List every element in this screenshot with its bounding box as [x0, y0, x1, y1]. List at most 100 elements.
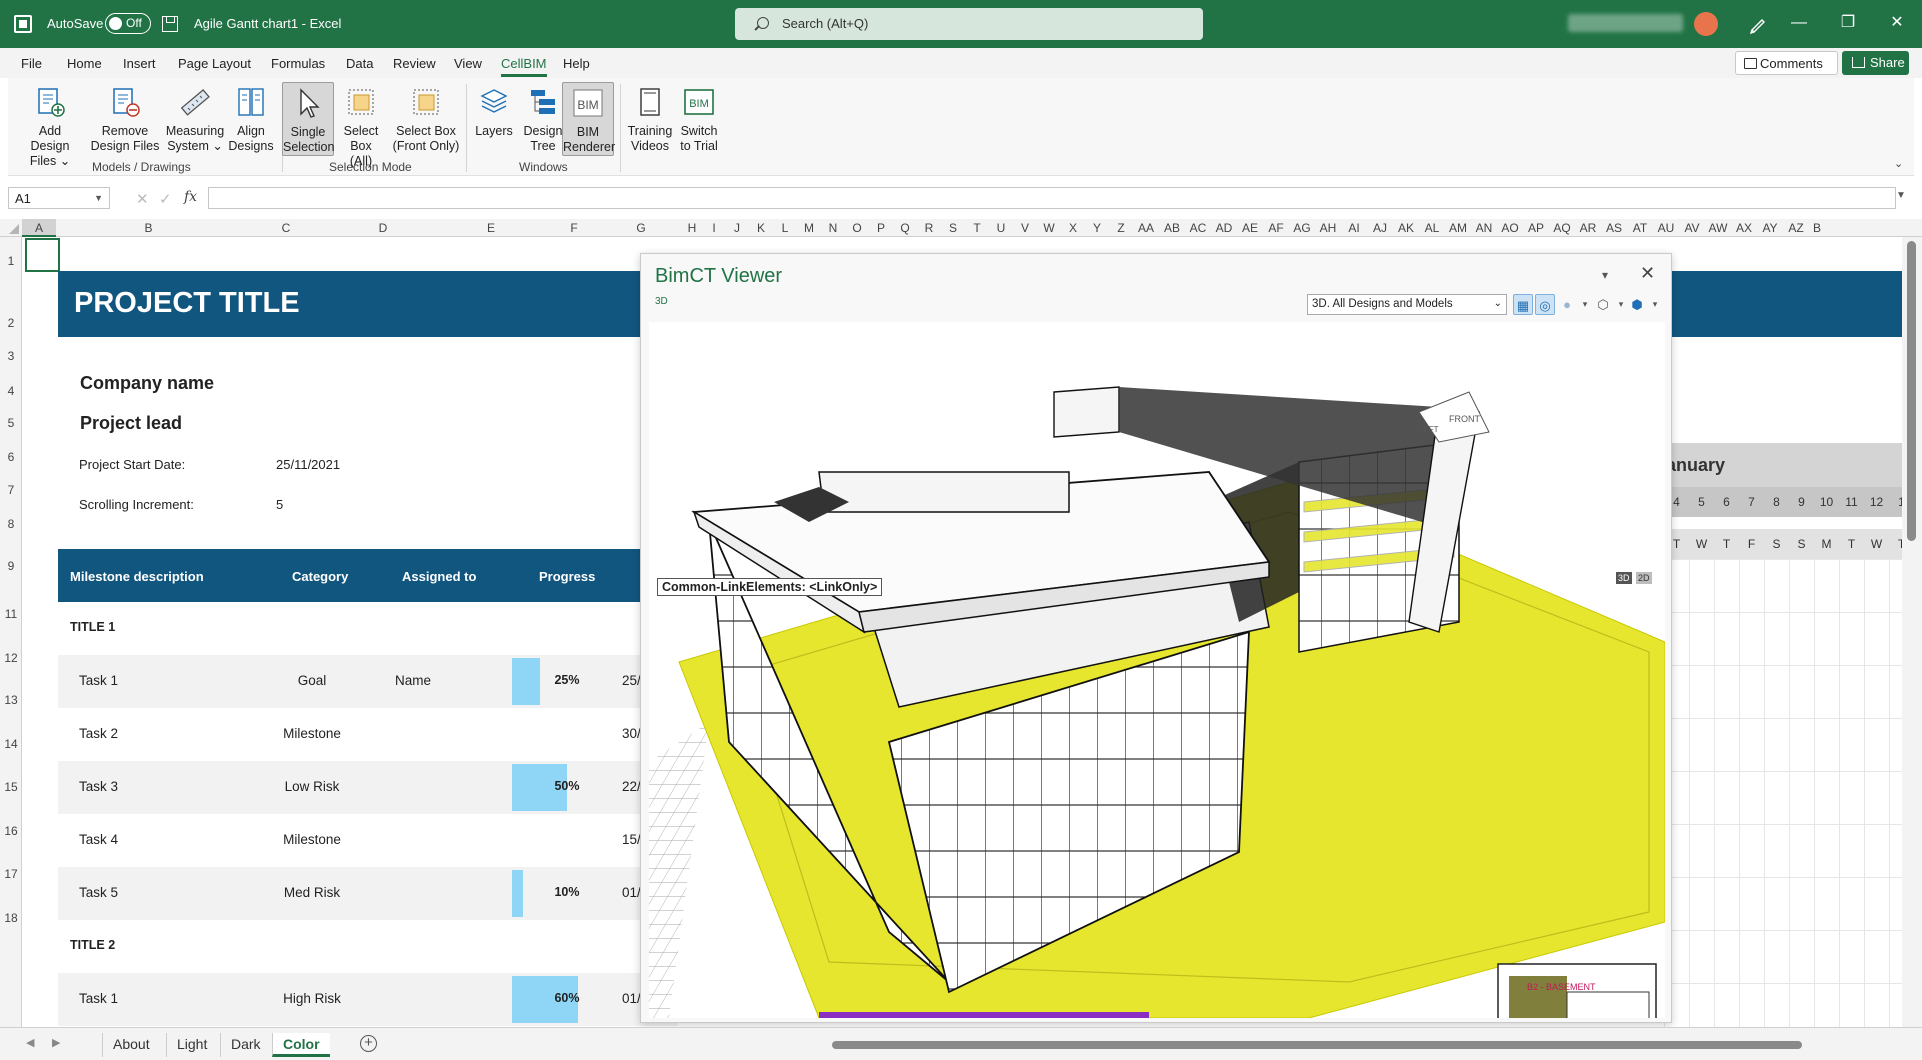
column-header[interactable]: P — [869, 221, 893, 235]
row-header[interactable]: 12 — [0, 651, 22, 665]
column-header[interactable]: AN — [1471, 221, 1497, 235]
column-header[interactable]: AR — [1575, 221, 1601, 235]
column-header[interactable]: B — [1809, 221, 1825, 235]
task-category[interactable]: Milestone — [242, 726, 382, 741]
single-selection-button[interactable]: Single Selection — [282, 82, 334, 156]
milestone-title[interactable]: TITLE 2 — [70, 938, 115, 952]
column-header[interactable]: D — [331, 221, 435, 235]
column-header[interactable]: B — [56, 221, 241, 235]
menu-cellbim[interactable]: CellBIM — [501, 56, 547, 77]
column-header[interactable]: L — [773, 221, 797, 235]
share-button[interactable]: Share — [1842, 51, 1909, 75]
column-header[interactable]: AU — [1653, 221, 1679, 235]
column-header[interactable]: AM — [1445, 221, 1471, 235]
column-header[interactable]: AI — [1341, 221, 1367, 235]
autosave-toggle[interactable]: Off — [105, 13, 151, 34]
active-cell-a1[interactable] — [25, 238, 60, 272]
column-header[interactable]: AG — [1289, 221, 1315, 235]
column-header[interactable]: AK — [1393, 221, 1419, 235]
row-header[interactable]: 4 — [0, 384, 22, 398]
3d-model-canvas[interactable]: LEFT FRONT B2 - BASEMENT — [649, 322, 1665, 1018]
milestone-title[interactable]: TITLE 1 — [70, 620, 115, 634]
column-header[interactable]: Q — [893, 221, 917, 235]
training-videos-button[interactable]: Training Videos — [626, 82, 674, 156]
task-description[interactable]: Task 1 — [79, 673, 118, 688]
column-header[interactable]: K — [749, 221, 773, 235]
progress-value[interactable]: 60% — [512, 991, 622, 1005]
column-header[interactable]: AT — [1627, 221, 1653, 235]
column-header[interactable]: Y — [1085, 221, 1109, 235]
close-window-button[interactable]: ✕ — [1882, 10, 1912, 36]
column-header[interactable]: F — [547, 221, 601, 235]
column-header[interactable]: R — [917, 221, 941, 235]
start-date-cell[interactable]: 22/ — [622, 779, 641, 794]
column-header[interactable]: AW — [1705, 221, 1731, 235]
row-header[interactable]: 15 — [0, 780, 22, 794]
add-design-files-button[interactable]: Add Design Files ⌄ — [18, 82, 82, 168]
column-header[interactable]: AL — [1419, 221, 1445, 235]
select-box-all-button[interactable]: Select Box (All) — [338, 82, 384, 168]
cancel-icon[interactable]: ✕ — [136, 190, 149, 208]
task-description[interactable]: Task 4 — [79, 832, 118, 847]
start-date-cell[interactable]: 01/ — [622, 885, 641, 900]
vertical-scrollbar[interactable] — [1902, 237, 1922, 1027]
building-3d-render[interactable]: LEFT FRONT B2 - BASEMENT — [649, 322, 1665, 1018]
column-header[interactable]: AF — [1263, 221, 1289, 235]
render-sphere-icon[interactable]: ● — [1557, 294, 1577, 315]
column-header[interactable]: AH — [1315, 221, 1341, 235]
view-select-dropdown[interactable]: 3D. All Designs and Models ⌄ — [1307, 294, 1507, 315]
select-all-corner[interactable] — [0, 219, 22, 237]
start-date-cell[interactable]: 25/ — [622, 673, 641, 688]
row-header[interactable]: 9 — [0, 559, 22, 573]
task-category[interactable]: Milestone — [242, 832, 382, 847]
tab-about[interactable]: About — [102, 1033, 160, 1057]
column-header[interactable]: A — [22, 221, 56, 235]
render-dropdown-chevron-icon[interactable]: ▾ — [1575, 294, 1595, 315]
row-header[interactable]: 8 — [0, 517, 22, 531]
bim-renderer-button[interactable]: BIM BIM Renderer — [562, 82, 615, 156]
cube-filled-dropdown-chevron-icon[interactable]: ▾ — [1645, 294, 1665, 315]
menu-home[interactable]: Home — [67, 56, 102, 71]
grid-view-icon[interactable]: ▦ — [1513, 294, 1533, 315]
align-designs-button[interactable]: Align Designs — [226, 82, 276, 156]
tab-color[interactable]: Color — [272, 1033, 330, 1057]
column-header[interactable]: X — [1061, 221, 1085, 235]
scroll-tabs-right-icon[interactable]: ▶ — [52, 1036, 60, 1049]
progress-value[interactable]: 25% — [512, 673, 622, 687]
menu-file[interactable]: File — [21, 56, 42, 71]
comments-button[interactable]: Comments — [1735, 51, 1838, 75]
start-date-cell[interactable]: 01/ — [622, 991, 641, 1006]
column-header[interactable]: Z — [1109, 221, 1133, 235]
menu-formulas[interactable]: Formulas — [271, 56, 325, 71]
design-tree-button[interactable]: Design Tree — [520, 82, 566, 156]
column-header[interactable]: AC — [1185, 221, 1211, 235]
horizontal-scrollbar[interactable] — [820, 1038, 1900, 1052]
remove-design-files-button[interactable]: Remove Design Files — [86, 82, 164, 156]
restore-button[interactable]: ❐ — [1833, 10, 1863, 36]
cube-outline-icon[interactable]: ⬡ — [1593, 294, 1613, 315]
user-name-blurred[interactable] — [1568, 14, 1683, 32]
progress-value[interactable]: 50% — [512, 779, 622, 793]
avatar[interactable] — [1694, 12, 1718, 36]
menu-data[interactable]: Data — [346, 56, 373, 71]
menu-insert[interactable]: Insert — [123, 56, 156, 71]
column-header[interactable]: J — [725, 221, 749, 235]
row-header[interactable]: 1 — [0, 254, 22, 268]
scroll-tabs-left-icon[interactable]: ◀ — [26, 1036, 34, 1049]
task-assignee[interactable]: Name — [358, 673, 468, 688]
task-category[interactable]: Low Risk — [242, 779, 382, 794]
locate-icon[interactable]: ◎ — [1535, 294, 1555, 315]
measuring-system-button[interactable]: Measuring System ⌄ — [158, 82, 232, 156]
start-date-value[interactable]: 25/11/2021 — [276, 457, 340, 472]
menu-review[interactable]: Review — [393, 56, 436, 71]
project-lead[interactable]: Project lead — [80, 413, 182, 434]
viewer-menu-chevron-icon[interactable]: ▾ — [1602, 268, 1608, 282]
task-description[interactable]: Task 5 — [79, 885, 118, 900]
column-header[interactable]: AB — [1159, 221, 1185, 235]
column-header[interactable]: T — [965, 221, 989, 235]
row-header[interactable]: 2 — [0, 316, 22, 330]
row-header[interactable]: 3 — [0, 349, 22, 363]
bimct-viewer-window[interactable]: BimCT Viewer 3D ▾ ✕ 3D. All Designs and … — [640, 253, 1672, 1023]
save-icon[interactable] — [162, 16, 178, 32]
column-header[interactable]: N — [821, 221, 845, 235]
